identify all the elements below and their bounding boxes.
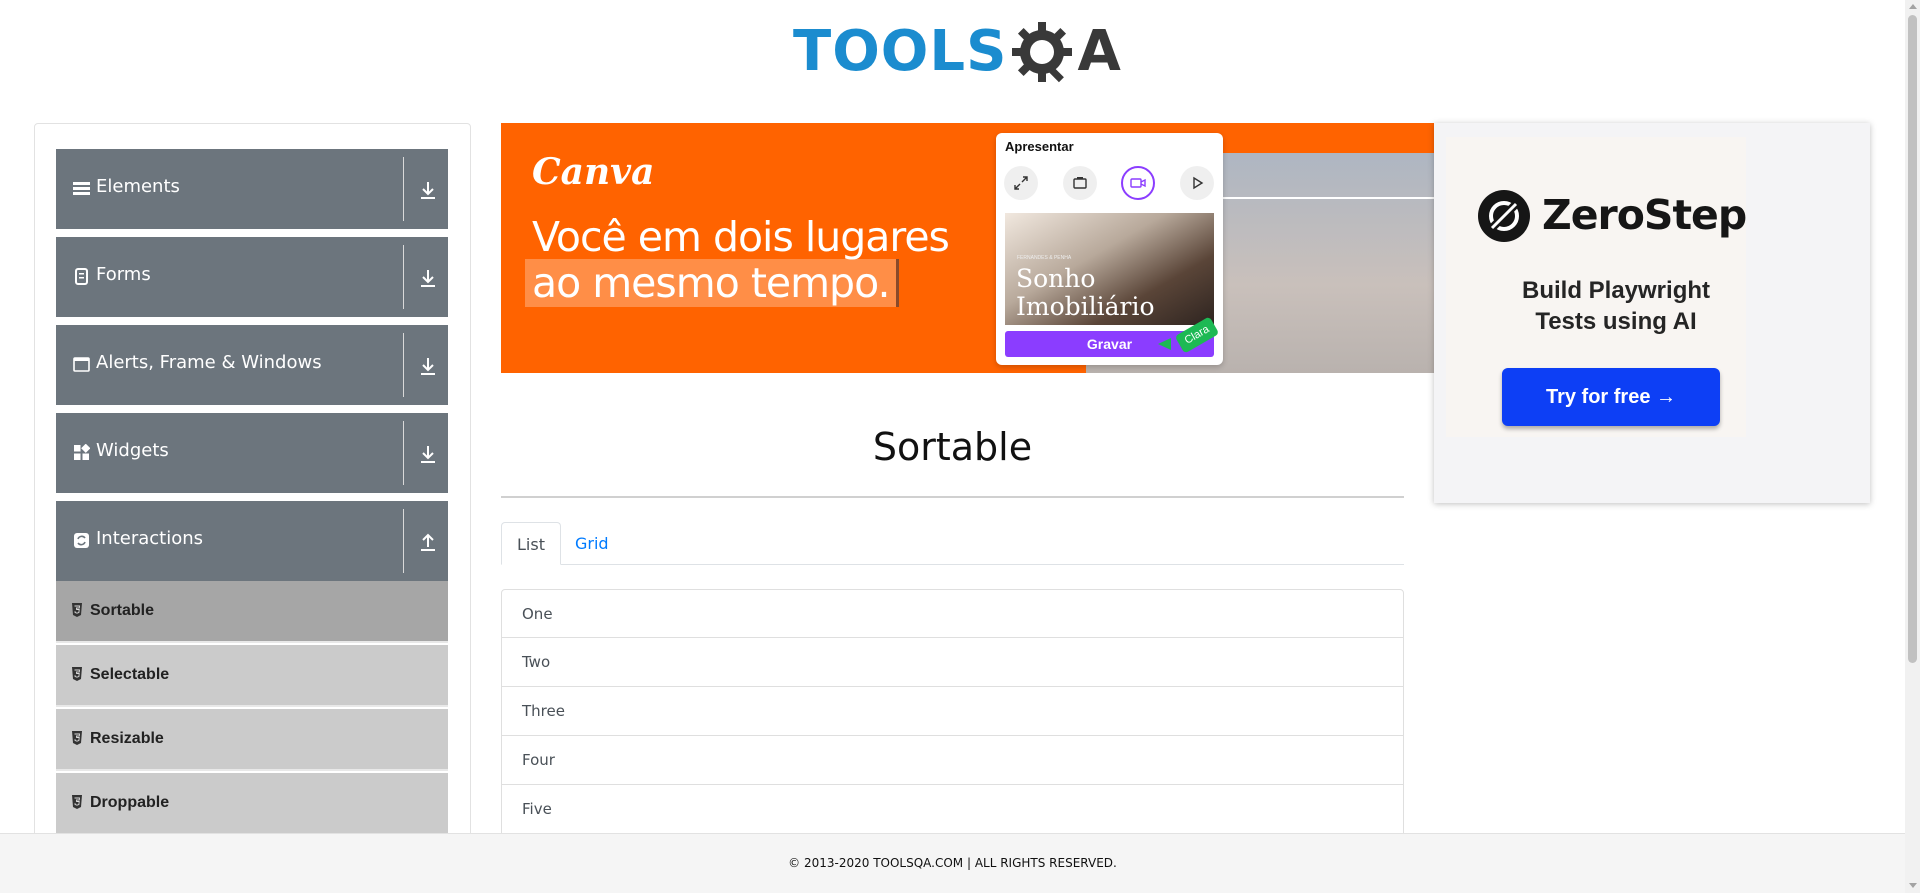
thumbnail-caption: FERNANDES & PENHA bbox=[1017, 255, 1072, 261]
play-button[interactable] bbox=[1180, 166, 1214, 200]
download-arrow-icon bbox=[421, 182, 435, 199]
zerostep-tagline: Build Playwright Tests using AI bbox=[1466, 275, 1766, 337]
html5-icon bbox=[72, 667, 82, 681]
zerostep-ad-card: ZeroStep Build Playwright Tests using AI… bbox=[1446, 137, 1747, 437]
form-icon bbox=[75, 268, 88, 285]
vertical-scrollbar[interactable] bbox=[1905, 0, 1920, 893]
ad-headline-line-2: ao mesmo tempo. bbox=[525, 259, 900, 307]
window-icon bbox=[73, 357, 90, 372]
present-panel: Apresentar FERNANDES & PENHA Sonho Imobi… bbox=[996, 133, 1223, 365]
page-title: Sortable bbox=[872, 425, 1033, 469]
list-item[interactable]: Three bbox=[501, 687, 1404, 736]
scroll-down-arrow-icon[interactable] bbox=[1909, 883, 1917, 888]
html5-icon bbox=[72, 603, 82, 617]
zerostep-brand: ZeroStep bbox=[1542, 191, 1747, 239]
list-item[interactable]: Five bbox=[501, 785, 1404, 834]
hamburger-icon bbox=[73, 182, 90, 195]
canva-logo: Canva bbox=[532, 151, 655, 193]
sortable-list: One Two Three Four Five bbox=[501, 589, 1404, 834]
zerostep-logo-icon bbox=[1478, 190, 1530, 242]
scrollbar-thumb[interactable] bbox=[1908, 15, 1917, 663]
divider bbox=[403, 157, 404, 221]
thumbnail-title: Sonho Imobiliário bbox=[1016, 265, 1155, 320]
download-arrow-icon bbox=[421, 446, 435, 463]
widgets-icon bbox=[74, 444, 90, 460]
zerostep-ad[interactable]: ZeroStep Build Playwright Tests using AI… bbox=[1434, 123, 1870, 503]
thumbnail-title-line-2: Imobiliário bbox=[1016, 291, 1155, 321]
page: TOOLS A Elements Forms Alerts, Frame & W… bbox=[0, 0, 1920, 893]
download-arrow-icon bbox=[421, 270, 435, 287]
divider bbox=[501, 496, 1404, 498]
interactions-icon bbox=[74, 533, 89, 548]
slides-icon bbox=[1073, 177, 1087, 189]
gear-q-icon bbox=[1012, 22, 1073, 83]
logo-text: TOOLS bbox=[793, 19, 1008, 84]
sidebar-item-label: Resizable bbox=[90, 730, 164, 747]
sidebar-group-widgets[interactable]: Widgets bbox=[56, 413, 448, 493]
logo-text-tail: A bbox=[1077, 19, 1121, 84]
sidebar-item-droppable[interactable]: Droppable bbox=[56, 773, 448, 835]
play-icon bbox=[1193, 176, 1204, 190]
present-panel-title: Apresentar bbox=[1005, 139, 1074, 154]
sidebar-group-label: Widgets bbox=[96, 440, 169, 461]
sidebar-item-label: Selectable bbox=[90, 666, 170, 683]
list-item[interactable]: Four bbox=[501, 736, 1404, 785]
zerostep-tagline-line-2: Tests using AI bbox=[1535, 308, 1697, 335]
sidebar-item-sortable[interactable]: Sortable bbox=[56, 581, 448, 643]
sidebar-group-elements[interactable]: Elements bbox=[56, 149, 448, 229]
copyright-text: © 2013-2020 TOOLSQA.COM | ALL RIGHTS RES… bbox=[788, 856, 1117, 870]
sidebar-group-label: Alerts, Frame & Windows bbox=[96, 352, 322, 373]
sidebar-item-label: Sortable bbox=[90, 602, 155, 619]
presenter-view-button[interactable] bbox=[1063, 166, 1097, 200]
divider bbox=[403, 421, 404, 485]
fullscreen-button[interactable] bbox=[1004, 166, 1038, 200]
sidebar-group-interactions[interactable]: Interactions bbox=[56, 501, 448, 581]
sidebar-group-label: Elements bbox=[96, 176, 180, 197]
tab-bar: List Grid bbox=[501, 522, 1404, 565]
tab-list[interactable]: List bbox=[501, 522, 561, 565]
divider bbox=[403, 245, 404, 309]
upload-arrow-icon bbox=[421, 533, 435, 551]
sidebar-group-label: Interactions bbox=[96, 528, 204, 549]
ad-headline-line-1: Você em dois lugares bbox=[532, 213, 950, 261]
sidebar-item-label: Droppable bbox=[90, 794, 170, 811]
scroll-up-arrow-icon[interactable] bbox=[1909, 4, 1917, 9]
divider bbox=[403, 333, 404, 397]
sidebar-item-selectable[interactable]: Selectable bbox=[56, 645, 448, 707]
list-item[interactable]: One bbox=[501, 589, 1404, 638]
divider bbox=[403, 509, 404, 573]
sidebar-item-resizable[interactable]: Resizable bbox=[56, 709, 448, 771]
sidebar-group-alerts-frame-windows[interactable]: Alerts, Frame & Windows bbox=[56, 325, 448, 405]
slide-thumbnail: FERNANDES & PENHA Sonho Imobiliário bbox=[1005, 213, 1214, 325]
toolsqa-logo[interactable]: TOOLS A bbox=[793, 14, 1121, 90]
sidebar: Elements Forms Alerts, Frame & Windows W… bbox=[34, 123, 471, 843]
canva-ad-banner[interactable]: Canva Você em dois lugares ao mesmo temp… bbox=[501, 123, 1434, 373]
thumbnail-title-line-1: Sonho bbox=[1016, 264, 1096, 293]
html5-icon bbox=[72, 731, 82, 745]
record-video-button[interactable] bbox=[1121, 166, 1155, 200]
html5-icon bbox=[72, 795, 82, 809]
video-camera-icon bbox=[1130, 178, 1146, 188]
sidebar-group-label: Forms bbox=[96, 264, 151, 285]
expand-icon bbox=[1014, 176, 1028, 190]
try-for-free-button[interactable]: Try for free → bbox=[1502, 368, 1720, 426]
footer: © 2013-2020 TOOLSQA.COM | ALL RIGHTS RES… bbox=[0, 833, 1905, 893]
sidebar-group-forms[interactable]: Forms bbox=[56, 237, 448, 317]
list-item[interactable]: Two bbox=[501, 638, 1404, 687]
header: TOOLS A bbox=[0, 0, 1905, 110]
zerostep-tagline-line-1: Build Playwright bbox=[1521, 277, 1710, 304]
cursor-pointer-icon bbox=[1158, 338, 1171, 350]
download-arrow-icon bbox=[421, 358, 435, 375]
tab-grid[interactable]: Grid bbox=[560, 522, 624, 565]
